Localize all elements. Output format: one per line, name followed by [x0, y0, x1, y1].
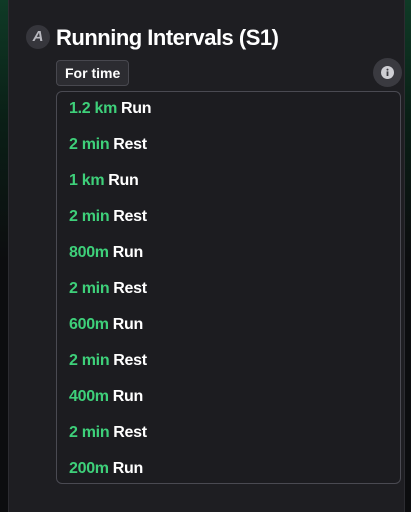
- interval-activity: Rest: [113, 352, 147, 369]
- interval-activity: Run: [121, 100, 152, 117]
- interval-item: 1.2 km Run: [69, 97, 152, 121]
- interval-activity: Run: [108, 172, 139, 189]
- interval-activity: Rest: [113, 424, 147, 441]
- workout-part-badge: A: [26, 25, 50, 49]
- interval-amount: 2 min: [69, 352, 110, 369]
- interval-item: 600m Run: [69, 313, 143, 337]
- interval-item: 2 min Rest: [69, 277, 147, 301]
- interval-amount: 800m: [69, 244, 109, 261]
- interval-amount: 1.2 km: [69, 100, 118, 117]
- interval-item: 400m Run: [69, 385, 143, 409]
- interval-activity: Run: [112, 244, 144, 261]
- interval-amount: 600m: [69, 316, 109, 333]
- interval-list: 1.2 km Run 2 min Rest 1 km Run 2 min Rest 80…: [56, 91, 401, 484]
- interval-item: 2 min Rest: [69, 133, 147, 157]
- interval-amount: 2 min: [69, 280, 110, 297]
- interval-amount: 2 min: [69, 136, 110, 153]
- interval-item: 2 min Rest: [69, 205, 147, 229]
- interval-amount: 200m: [69, 460, 109, 477]
- interval-activity: Rest: [113, 136, 147, 153]
- interval-item: 2 min Rest: [69, 349, 147, 373]
- interval-activity: Run: [112, 460, 144, 477]
- interval-item: 200m Run: [69, 457, 143, 481]
- interval-activity: Run: [112, 388, 144, 405]
- interval-amount: 2 min: [69, 208, 110, 225]
- interval-amount: 1 km: [69, 172, 105, 189]
- scoring-type-chip: For time: [56, 60, 130, 86]
- screen: A Running Intervals (S1) For time 1.2 km…: [0, 0, 411, 512]
- interval-activity: Rest: [113, 280, 147, 297]
- info-icon: [381, 66, 394, 79]
- interval-activity: Rest: [113, 208, 147, 225]
- interval-amount: 2 min: [69, 424, 110, 441]
- interval-item: 1 km Run: [69, 169, 139, 193]
- interval-activity: Run: [112, 316, 144, 333]
- interval-item: 800m Run: [69, 241, 143, 265]
- info-button[interactable]: [373, 58, 402, 87]
- interval-amount: 400m: [69, 388, 109, 405]
- workout-title: Running Intervals (S1): [56, 25, 279, 50]
- workout-card: A Running Intervals (S1) For time 1.2 km…: [8, 0, 405, 512]
- interval-item: 2 min Rest: [69, 421, 147, 445]
